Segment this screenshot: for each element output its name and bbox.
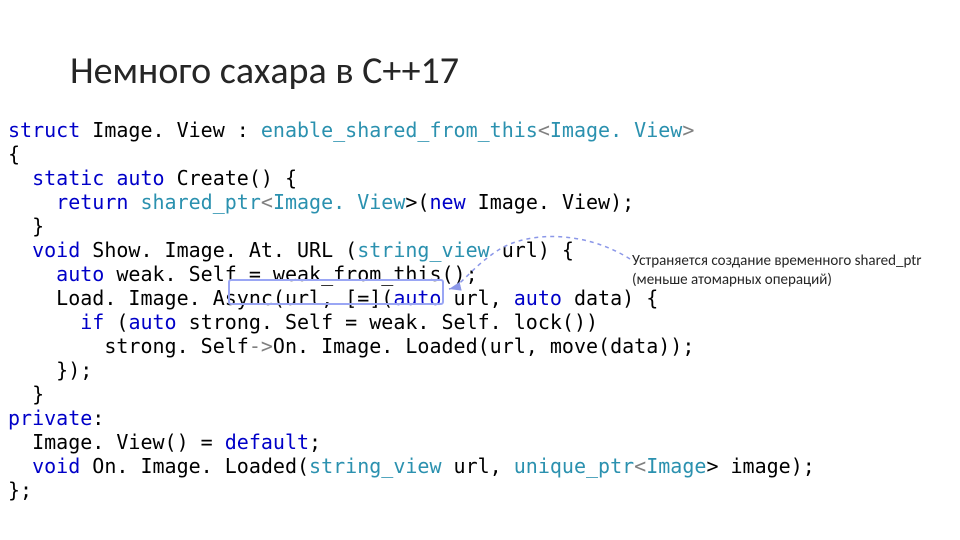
op: <	[634, 454, 646, 478]
kw: private	[8, 406, 92, 430]
kw: return	[56, 190, 128, 214]
txt: url) {	[490, 238, 574, 262]
kw: struct	[8, 118, 80, 142]
txt: url,	[441, 286, 513, 310]
kw: void	[32, 454, 80, 478]
txt: strong. Self = weak. Self. lock())	[177, 310, 598, 334]
kw: auto	[128, 310, 176, 334]
txt: >(	[405, 190, 429, 214]
annotation-text: Устраняется создание временного shared_p…	[632, 252, 932, 290]
txt: Image. View() =	[8, 430, 225, 454]
kw: auto	[56, 262, 104, 286]
txt	[104, 166, 116, 190]
txt: weak. Self = weak_from_this();	[104, 262, 477, 286]
txt	[8, 262, 56, 286]
txt: };	[8, 478, 32, 502]
type: Image. View	[273, 190, 405, 214]
slide-title: Немного сахара в C++17	[70, 48, 459, 94]
txt	[8, 310, 80, 334]
txt: On. Image. Loaded(url, move(data));	[273, 334, 694, 358]
txt	[8, 238, 32, 262]
kw: static	[32, 166, 104, 190]
txt: Image. View);	[466, 190, 635, 214]
txt: (	[104, 310, 128, 334]
txt	[8, 190, 56, 214]
code-block: struct Image. View : enable_shared_from_…	[8, 118, 815, 502]
kw: void	[32, 238, 80, 262]
type: unique_ptr	[514, 454, 634, 478]
type: Image	[646, 454, 706, 478]
txt: :	[92, 406, 104, 430]
txt	[8, 166, 32, 190]
op: ->	[249, 334, 273, 358]
type: string_view	[357, 238, 489, 262]
txt: });	[8, 358, 92, 382]
txt	[128, 190, 140, 214]
type: enable_shared_from_this	[261, 118, 538, 142]
txt: ;	[309, 430, 321, 454]
kw: auto	[116, 166, 164, 190]
type: string_view	[309, 454, 441, 478]
txt: > image);	[706, 454, 814, 478]
txt: On. Image. Loaded(	[80, 454, 309, 478]
txt: Load. Image. Async(url, [=](	[8, 286, 393, 310]
txt	[8, 454, 32, 478]
txt: Create() {	[165, 166, 297, 190]
txt: strong. Self	[8, 334, 249, 358]
kw: default	[225, 430, 309, 454]
type: Image. View	[550, 118, 682, 142]
txt: Show. Image. At. URL (	[80, 238, 357, 262]
txt: Image. View :	[80, 118, 261, 142]
type: shared_ptr	[140, 190, 260, 214]
op: >	[682, 118, 694, 142]
op: <	[538, 118, 550, 142]
op: <	[261, 190, 273, 214]
kw: auto	[514, 286, 562, 310]
kw: if	[80, 310, 104, 334]
kw: new	[429, 190, 465, 214]
txt: }	[8, 382, 44, 406]
kw: auto	[393, 286, 441, 310]
txt: }	[8, 214, 44, 238]
txt: {	[8, 142, 20, 166]
txt: url,	[442, 454, 514, 478]
